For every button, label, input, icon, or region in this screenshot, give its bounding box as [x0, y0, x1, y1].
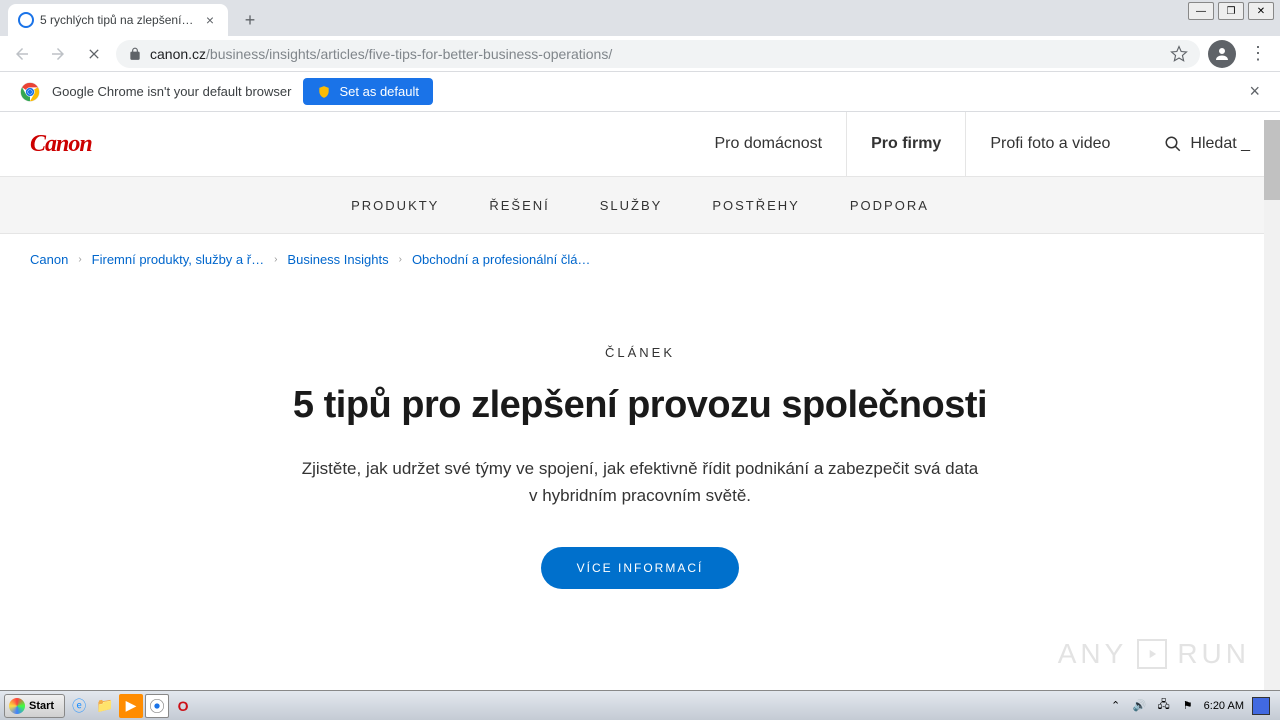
article-subtitle: Zjistěte, jak udržet své týmy ve spojení… [300, 455, 980, 509]
tab-title: 5 rychlých tipů na zlepšení vašich ob [40, 13, 196, 27]
system-tray: ⌃ 🔊 🖧 ⚑ 6:20 AM [1108, 697, 1276, 715]
profile-button[interactable] [1208, 40, 1236, 68]
back-button[interactable] [8, 40, 36, 68]
breadcrumb-2[interactable]: Business Insights [287, 252, 388, 267]
breadcrumb: Canon › Firemní produkty, služby a ř… › … [0, 234, 1280, 285]
article-title: 5 tipů pro zlepšení provozu společnosti [40, 384, 1240, 427]
favicon-icon [18, 12, 34, 28]
person-icon [1213, 45, 1231, 63]
show-desktop[interactable] [1252, 697, 1270, 715]
site-header: Canon Pro domácnost Pro firmy Profi foto… [0, 112, 1280, 176]
window-controls: — ❐ ✕ [1188, 2, 1274, 20]
chrome-icon [149, 698, 165, 714]
stop-button[interactable] [80, 40, 108, 68]
flag-icon[interactable]: ⚑ [1180, 698, 1196, 714]
taskbar: Start ⓔ 📁 ▶ O ⌃ 🔊 🖧 ⚑ 6:20 AM [0, 690, 1280, 720]
maximize-button[interactable]: ❐ [1218, 2, 1244, 20]
chevron-right-icon: › [399, 254, 402, 265]
arrow-left-icon [13, 45, 31, 63]
search-label: Hledat _ [1190, 135, 1250, 153]
new-tab-button[interactable]: + [236, 6, 264, 34]
close-icon [86, 46, 102, 62]
subnav-products[interactable]: PRODUKTY [351, 198, 439, 213]
main-nav: Pro domácnost Pro firmy Profi foto a vid… [690, 112, 1134, 176]
taskbar-opera[interactable]: O [171, 694, 195, 718]
taskbar-media[interactable]: ▶ [119, 694, 143, 718]
chevron-right-icon: › [78, 254, 81, 265]
play-icon [1137, 639, 1167, 669]
taskbar-chrome[interactable] [145, 694, 169, 718]
breadcrumb-1[interactable]: Firemní produkty, služby a ř… [92, 252, 264, 267]
shield-icon [317, 85, 331, 99]
sub-nav: PRODUKTY ŘEŠENÍ SLUŽBY POSTŘEHY PODPORA [0, 176, 1280, 234]
browser-tab[interactable]: 5 rychlých tipů na zlepšení vašich ob × [8, 4, 228, 36]
scrollbar[interactable] [1264, 120, 1280, 690]
url-text: canon.cz/business/insights/articles/five… [150, 46, 612, 62]
volume-icon[interactable]: 🔊 [1132, 698, 1148, 714]
taskbar-explorer[interactable]: 📁 [93, 694, 117, 718]
arrow-right-icon [49, 45, 67, 63]
infobar-text: Google Chrome isn't your default browser [52, 84, 291, 99]
default-browser-infobar: Google Chrome isn't your default browser… [0, 72, 1280, 112]
minimize-button[interactable]: — [1188, 2, 1214, 20]
canon-logo[interactable]: Canon [30, 131, 92, 158]
search-icon [1164, 135, 1182, 153]
tray-expand-icon[interactable]: ⌃ [1108, 698, 1124, 714]
anyrun-watermark: ANY RUN [1058, 638, 1250, 670]
chevron-right-icon: › [274, 254, 277, 265]
browser-toolbar: canon.cz/business/insights/articles/five… [0, 36, 1280, 72]
close-window-button[interactable]: ✕ [1248, 2, 1274, 20]
page-content: Canon Pro domácnost Pro firmy Profi foto… [0, 112, 1280, 629]
more-info-button[interactable]: VÍCE INFORMACÍ [541, 547, 740, 589]
taskbar-ie[interactable]: ⓔ [67, 694, 91, 718]
start-button[interactable]: Start [4, 694, 65, 718]
tab-bar: 5 rychlých tipů na zlepšení vašich ob × … [0, 0, 1280, 36]
search-button[interactable]: Hledat _ [1164, 135, 1250, 153]
subnav-services[interactable]: SLUŽBY [600, 198, 663, 213]
close-tab-icon[interactable]: × [202, 12, 218, 28]
nav-business[interactable]: Pro firmy [846, 112, 966, 176]
article-label: ČLÁNEK [40, 345, 1240, 360]
clock[interactable]: 6:20 AM [1204, 700, 1244, 712]
chrome-icon [20, 82, 40, 102]
browser-menu-button[interactable]: ⋮ [1244, 40, 1272, 68]
forward-button[interactable] [44, 40, 72, 68]
nav-home[interactable]: Pro domácnost [690, 112, 846, 176]
scrollbar-thumb[interactable] [1264, 120, 1280, 200]
lock-icon [128, 47, 142, 61]
breadcrumb-3[interactable]: Obchodní a profesionální člá… [412, 252, 591, 267]
bookmark-star-icon[interactable] [1170, 45, 1188, 63]
network-icon[interactable]: 🖧 [1156, 698, 1172, 714]
address-bar[interactable]: canon.cz/business/insights/articles/five… [116, 40, 1200, 68]
windows-icon [9, 698, 25, 714]
nav-pro[interactable]: Profi foto a video [966, 112, 1134, 176]
browser-chrome: 5 rychlých tipů na zlepšení vašich ob × … [0, 0, 1280, 112]
infobar-close-button[interactable]: × [1249, 81, 1260, 102]
article-hero: ČLÁNEK 5 tipů pro zlepšení provozu spole… [0, 285, 1280, 629]
breadcrumb-home[interactable]: Canon [30, 252, 68, 267]
set-default-button[interactable]: Set as default [303, 78, 433, 105]
subnav-support[interactable]: PODPORA [850, 198, 929, 213]
subnav-insights[interactable]: POSTŘEHY [712, 198, 800, 213]
subnav-solutions[interactable]: ŘEŠENÍ [489, 198, 549, 213]
